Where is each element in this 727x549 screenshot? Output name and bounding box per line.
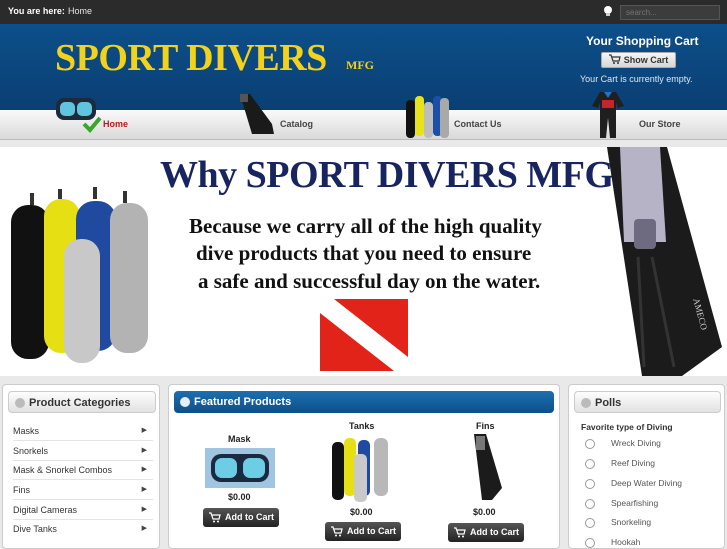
site-logo[interactable]: SPORT DIVERS: [55, 36, 327, 80]
chevron-right-icon: ▶: [141, 447, 147, 454]
poll-option-label: Deep Water Diving: [611, 478, 683, 488]
fin-nav-icon: [240, 94, 274, 134]
cart-icon: [209, 512, 221, 523]
polls-title: Polls: [595, 397, 622, 409]
tanks-nav-icon: [406, 96, 449, 138]
cart-title: Your Shopping Cart: [586, 34, 699, 48]
cart-icon: [608, 54, 621, 64]
bullet-icon: [15, 398, 25, 408]
categories-header: Product Categories: [8, 391, 156, 413]
chevron-right-icon: ▶: [141, 427, 147, 434]
banner-line-2: dive products that you need to ensure: [196, 241, 532, 265]
product-name-fins[interactable]: Fins: [476, 421, 495, 431]
hero-banner: Why SPORT DIVERS MFG? Because we carry a…: [0, 147, 727, 376]
radio-button[interactable]: [585, 538, 595, 548]
radio-button[interactable]: [585, 439, 595, 449]
tanks-product-image[interactable]: [330, 434, 394, 502]
category-item[interactable]: Snorkels ▶: [13, 441, 153, 461]
chevron-right-icon: ▶: [141, 506, 147, 513]
radio-button[interactable]: [585, 518, 595, 528]
fin-banner-image: [607, 147, 722, 376]
add-to-cart-label: Add to Cart: [347, 526, 396, 536]
radio-button[interactable]: [585, 459, 595, 469]
chevron-right-icon: ▶: [141, 486, 147, 493]
banner-line-3: a safe and successful day on the water.: [198, 269, 541, 293]
poll-option-label: Wreck Diving: [611, 438, 661, 448]
breadcrumb-home-link[interactable]: Home: [68, 6, 92, 16]
category-label: Digital Cameras: [13, 505, 78, 515]
add-to-cart-button-tanks[interactable]: Add to Cart: [325, 522, 401, 541]
add-to-cart-label: Add to Cart: [225, 512, 274, 522]
fins-product-image[interactable]: [470, 434, 504, 500]
cart-icon: [331, 526, 343, 537]
categories-title: Product Categories: [29, 397, 131, 409]
add-to-cart-label: Add to Cart: [470, 527, 519, 537]
lightbulb-icon[interactable]: [602, 5, 614, 17]
nav-catalog[interactable]: Catalog: [280, 119, 313, 129]
polls-header: Polls: [574, 391, 721, 413]
poll-option-label: Hookah: [611, 537, 641, 547]
category-item[interactable]: Masks ▶: [13, 421, 153, 441]
nav-contact[interactable]: Contact Us: [454, 119, 502, 129]
breadcrumb-label: You are here:: [8, 6, 65, 16]
show-cart-button[interactable]: Show Cart: [601, 52, 676, 68]
category-label: Masks: [13, 426, 40, 436]
product-price-mask: $0.00: [228, 492, 251, 502]
category-label: Fins: [13, 485, 31, 495]
cart-status: Your Cart is currently empty.: [580, 74, 693, 84]
product-price-tanks: $0.00: [350, 507, 373, 517]
poll-question: Favorite type of Diving: [581, 422, 673, 432]
poll-option-label: Snorkeling: [611, 517, 652, 527]
dive-tanks-image: [11, 187, 148, 363]
nav-store[interactable]: Our Store: [639, 119, 681, 129]
nav-home[interactable]: Home: [103, 119, 128, 129]
chevron-right-icon: ▶: [141, 525, 147, 532]
product-price-fins: $0.00: [473, 507, 496, 517]
banner-title: Why SPORT DIVERS MFG?: [160, 154, 633, 196]
category-item[interactable]: Fins ▶: [13, 480, 153, 500]
featured-title: Featured Products: [194, 396, 292, 408]
add-to-cart-button-fins[interactable]: Add to Cart: [448, 523, 524, 542]
search-input[interactable]: [620, 5, 720, 20]
mask-nav-icon: [56, 98, 102, 133]
main-nav: Home Catalog Contact Us Our Store: [0, 92, 727, 140]
category-label: Mask & Snorkel Combos: [13, 465, 113, 475]
dive-flag-icon: [320, 299, 408, 371]
category-item[interactable]: Dive Tanks ▶: [13, 519, 153, 539]
featured-header: Featured Products: [174, 391, 554, 413]
top-bar: You are here: Home: [0, 0, 727, 24]
radio-button[interactable]: [585, 499, 595, 509]
radio-button[interactable]: [585, 479, 595, 489]
category-item[interactable]: Mask & Snorkel Combos ▶: [13, 460, 153, 480]
poll-option-label: Spearfishing: [611, 498, 659, 508]
product-name-mask[interactable]: Mask: [228, 434, 251, 444]
bullet-icon: [180, 397, 190, 407]
mask-product-image[interactable]: [205, 448, 275, 488]
cart-icon: [454, 527, 466, 538]
wetsuit-nav-icon: [592, 92, 624, 138]
banner-line-1: Because we carry all of the high quality: [189, 214, 542, 238]
categories-panel: Product Categories Masks ▶ Snorkels ▶ Mask…: [2, 384, 160, 549]
category-label: Snorkels: [13, 446, 49, 456]
chevron-right-icon: ▶: [141, 466, 147, 473]
product-name-tanks[interactable]: Tanks: [349, 421, 374, 431]
category-label: Dive Tanks: [13, 524, 57, 534]
add-to-cart-button-mask[interactable]: Add to Cart: [203, 508, 279, 527]
category-item[interactable]: Digital Cameras ▶: [13, 500, 153, 520]
poll-option-label: Reef Diving: [611, 458, 655, 468]
bullet-icon: [581, 398, 591, 408]
show-cart-label: Show Cart: [623, 55, 669, 65]
site-logo-suffix: MFG: [346, 58, 374, 72]
